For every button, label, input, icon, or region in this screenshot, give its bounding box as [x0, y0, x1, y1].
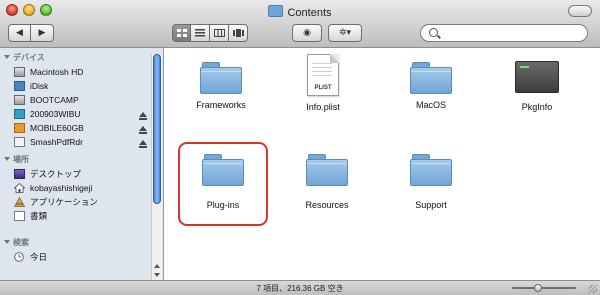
back-arrow-icon: ◀: [16, 28, 23, 38]
eye-icon: ◉: [303, 28, 311, 38]
clock-icon: [14, 252, 24, 262]
back-forward-group: ◀ ▶: [8, 24, 54, 42]
network-volume-icon: [14, 109, 25, 119]
disclosure-triangle-icon: [4, 157, 10, 161]
sidebar-item-idisk[interactable]: iDisk: [14, 79, 48, 93]
status-text: 7 項目、216.36 GB 空き: [256, 284, 344, 293]
documents-icon: [14, 211, 25, 221]
sidebar-item-macintosh-hd[interactable]: Macintosh HD: [14, 65, 83, 79]
list-view-icon: [195, 29, 205, 37]
hard-disk-icon: [14, 95, 25, 105]
eject-icon[interactable]: [139, 112, 147, 120]
plist-document-icon: PLIST: [307, 54, 339, 96]
search-field[interactable]: [420, 24, 588, 42]
highlight-ring: [178, 142, 268, 226]
sidebar-section-devices[interactable]: デバイス: [4, 52, 45, 63]
search-icon: [429, 28, 438, 37]
folder-icon: [410, 152, 452, 186]
sidebar-item-bootcamp[interactable]: BOOTCAMP: [14, 93, 79, 107]
file-item-label: Info.plist: [306, 102, 340, 112]
window-title-text: Contents: [287, 7, 332, 19]
icon-view-button[interactable]: [172, 24, 191, 42]
status-bar: 7 項目、216.36 GB 空き: [0, 280, 600, 295]
sidebar-item-applications[interactable]: アプリケーション: [14, 195, 98, 209]
home-icon: [14, 183, 25, 193]
coverflow-view-button[interactable]: [229, 24, 248, 42]
list-view-button[interactable]: [191, 24, 210, 42]
file-item-label: Frameworks: [196, 100, 246, 110]
coverflow-view-icon: [232, 29, 244, 37]
file-item-label: Resources: [305, 200, 349, 210]
folder-icon: [200, 60, 242, 94]
sidebar-item-200903wibu[interactable]: 200903WIBU: [14, 107, 81, 121]
file-item-label: Support: [415, 200, 447, 210]
icon-size-slider[interactable]: [512, 284, 576, 292]
gear-icon: ✲▾: [338, 28, 352, 38]
sidebar-scrollbar[interactable]: [151, 54, 162, 280]
action-menu-button[interactable]: ✲▾: [328, 24, 362, 42]
sidebar-item-mobile60gb[interactable]: MOBILE60GB: [14, 121, 84, 135]
file-item-label: MacOS: [415, 100, 446, 110]
back-button[interactable]: ◀: [8, 24, 31, 42]
sidebar-item-documents[interactable]: 書類: [14, 209, 47, 223]
quicklook-button[interactable]: ◉: [292, 24, 322, 42]
window-title: Contents: [0, 5, 600, 19]
idisk-icon: [14, 81, 25, 91]
file-item-info-plist[interactable]: PLIST Info.plist: [278, 54, 368, 112]
scroll-up-arrow-icon[interactable]: [154, 264, 160, 268]
finder-window: Contents ◀ ▶ ◉ ✲▾ デバイス Macintosh HD iDis…: [0, 0, 600, 295]
slider-knob[interactable]: [534, 284, 542, 292]
folder-icon: [306, 152, 348, 186]
sidebar-section-places[interactable]: 場所: [4, 154, 29, 165]
toolbar-toggle-button[interactable]: [568, 5, 592, 17]
folder-icon: [410, 60, 452, 94]
disclosure-triangle-icon: [4, 55, 10, 59]
applications-icon: [14, 197, 25, 207]
sidebar-item-desktop[interactable]: デスクトップ: [14, 167, 81, 181]
forward-button[interactable]: ▶: [31, 24, 54, 42]
view-mode-group: [172, 24, 248, 42]
forward-arrow-icon: ▶: [38, 28, 46, 38]
file-item-macos[interactable]: MacOS: [386, 60, 476, 110]
disclosure-triangle-icon: [4, 240, 10, 244]
disk-image-icon: [14, 137, 25, 147]
file-item-resources[interactable]: Resources: [282, 152, 372, 210]
unix-executable-icon: [515, 61, 559, 93]
eject-icon[interactable]: [139, 126, 147, 134]
sidebar-section-search[interactable]: 検索: [4, 237, 29, 248]
column-view-button[interactable]: [210, 24, 229, 42]
sidebar-item-home[interactable]: kobayashishigeji: [14, 181, 92, 195]
file-item-pkginfo[interactable]: PkgInfo: [492, 61, 582, 112]
hard-disk-icon: [14, 67, 25, 77]
column-view-icon: [213, 29, 225, 37]
sidebar-item-today[interactable]: 今日: [14, 250, 47, 264]
sidebar-item-smashpdfrdr[interactable]: SmashPdfRdr: [14, 135, 83, 149]
scroll-down-arrow-icon[interactable]: [154, 273, 160, 277]
sidebar: デバイス Macintosh HD iDisk BOOTCAMP 200903W…: [0, 48, 164, 280]
desktop-icon: [14, 169, 25, 179]
file-item-support[interactable]: Support: [386, 152, 476, 210]
sidebar-scroll-thumb[interactable]: [153, 54, 161, 204]
file-item-label: PkgInfo: [521, 102, 553, 112]
file-browser-area: Frameworks PLIST Info.plist MacOS PkgInf…: [164, 48, 600, 280]
eject-icon[interactable]: [139, 140, 147, 148]
icon-view-icon: [176, 29, 187, 37]
external-drive-icon: [14, 123, 25, 133]
folder-icon: [268, 5, 284, 17]
resize-grip-icon[interactable]: [589, 285, 597, 293]
file-item-frameworks[interactable]: Frameworks: [176, 60, 266, 110]
title-toolbar: Contents ◀ ▶ ◉ ✲▾: [0, 0, 600, 48]
